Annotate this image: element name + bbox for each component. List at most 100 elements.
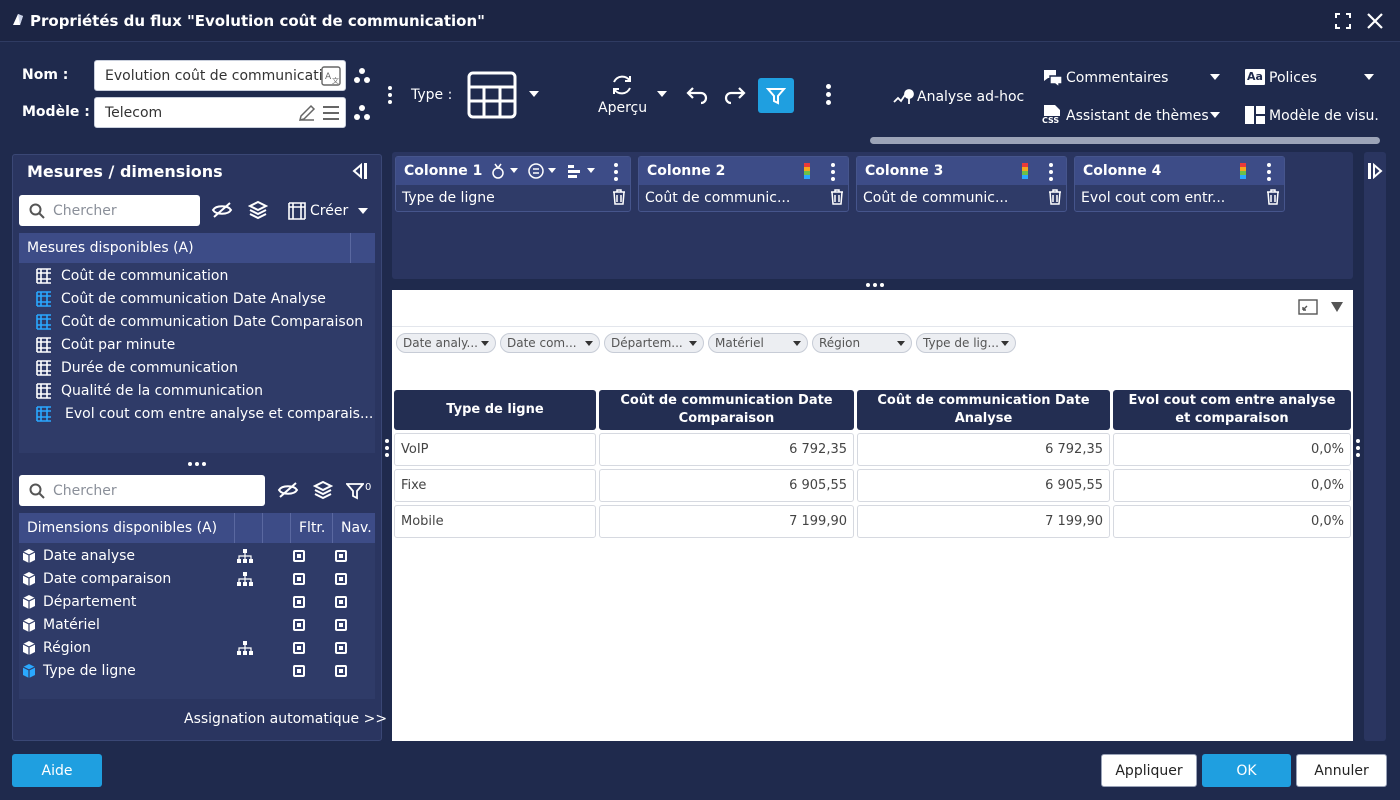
splitter-handle[interactable]	[866, 283, 884, 287]
dropdown-icon[interactable]	[587, 168, 595, 173]
filter-icon[interactable]	[346, 482, 364, 500]
hierarchy-icon[interactable]	[237, 641, 253, 659]
column-more-icon[interactable]	[614, 163, 618, 181]
nav-checkbox[interactable]	[335, 619, 347, 631]
list-item[interactable]: Evol cout com entre analyse et comparais…	[35, 403, 373, 425]
filter-checkbox[interactable]	[293, 596, 305, 608]
filter-chip[interactable]: Départem...	[604, 333, 704, 353]
apercu-button[interactable]	[608, 72, 636, 98]
table-cell[interactable]: 7 199,90	[599, 505, 854, 538]
table-cell[interactable]: 0,0%	[1113, 505, 1351, 538]
expand-panel-icon[interactable]	[1367, 163, 1383, 179]
toolbar-scrollbar[interactable]	[870, 137, 1380, 144]
trash-icon[interactable]	[612, 189, 626, 205]
dropdown-icon[interactable]	[510, 168, 518, 173]
list-item[interactable]: Qualité de la communication	[35, 380, 263, 402]
column-card-3[interactable]: Colonne 3 Coût de communic...	[856, 156, 1067, 212]
table-header[interactable]: Coût de communication Date Analyse	[857, 390, 1110, 430]
close-button[interactable]	[1364, 10, 1386, 32]
hierarchy-icon[interactable]	[237, 549, 253, 567]
toolbar-more-icon[interactable]	[825, 84, 831, 105]
left-resize-handle[interactable]	[385, 439, 389, 457]
table-cell[interactable]: VoIP	[394, 433, 596, 466]
trash-icon[interactable]	[830, 189, 844, 205]
undo-icon[interactable]	[685, 85, 709, 105]
redo-icon[interactable]	[723, 85, 747, 105]
filter-checkbox[interactable]	[293, 550, 305, 562]
nav-checkbox[interactable]	[335, 665, 347, 677]
filter-toggle-button[interactable]	[758, 78, 794, 113]
list-item[interactable]: Durée de communication	[35, 357, 238, 379]
layers-icon[interactable]	[313, 480, 333, 500]
assistant-dropdown-icon[interactable]	[1210, 112, 1220, 118]
trash-icon[interactable]	[1266, 189, 1280, 205]
filter-checkbox[interactable]	[293, 665, 305, 677]
apercu-dropdown-icon[interactable]	[657, 91, 667, 97]
medal-icon[interactable]	[490, 163, 506, 179]
list-item[interactable]: Coût par minute	[35, 334, 175, 356]
ok-button[interactable]: OK	[1202, 754, 1291, 787]
list-item[interactable]: Matériel	[22, 614, 100, 636]
list-item[interactable]: Date comparaison	[22, 568, 171, 590]
filter-chip[interactable]: Type de lig...	[916, 333, 1016, 353]
nav-checkbox[interactable]	[335, 596, 347, 608]
table-header[interactable]: Coût de communication Date Comparaison	[599, 390, 854, 430]
commentaires-dropdown-icon[interactable]	[1210, 74, 1220, 80]
filter-chip[interactable]: Matériel	[708, 333, 808, 353]
equals-icon[interactable]	[528, 163, 544, 179]
annuler-button[interactable]: Annuler	[1296, 754, 1387, 787]
list-item[interactable]: Coût de communication Date Analyse	[35, 288, 326, 310]
creer-button[interactable]: Créer	[310, 203, 348, 219]
commentaires-button[interactable]: Commentaires	[1066, 70, 1168, 86]
table-cell[interactable]: Fixe	[394, 469, 596, 502]
table-cell[interactable]: 7 199,90	[857, 505, 1110, 538]
column-card-4[interactable]: Colonne 4 Evol cout com entr...	[1074, 156, 1285, 212]
table-cell[interactable]: 0,0%	[1113, 469, 1351, 502]
list-item[interactable]: Département	[22, 591, 136, 613]
list-item[interactable]: Type de ligne	[22, 660, 136, 682]
filter-chip[interactable]: Date com...	[500, 333, 600, 353]
aide-button[interactable]: Aide	[12, 754, 102, 787]
modele-input[interactable]: Telecom	[94, 97, 346, 128]
resize-icon[interactable]	[1298, 299, 1318, 315]
splitter-handle[interactable]	[188, 462, 206, 466]
modele-link-icon[interactable]	[353, 104, 371, 122]
preview-options-icon[interactable]	[1331, 302, 1343, 312]
filter-checkbox[interactable]	[293, 642, 305, 654]
right-resize-handle[interactable]	[1356, 439, 1360, 457]
table-cell[interactable]: Mobile	[394, 505, 596, 538]
column-card-2[interactable]: Colonne 2 Coût de communic...	[638, 156, 849, 212]
type-selector[interactable]	[466, 70, 518, 120]
nom-input[interactable]: Evolution coût de communicati A文	[94, 60, 346, 91]
nom-link-icon[interactable]	[353, 67, 371, 85]
filter-chip[interactable]: Région	[812, 333, 912, 353]
maximize-button[interactable]	[1332, 10, 1354, 32]
dimensions-search-input[interactable]: Chercher	[19, 475, 265, 506]
edit-icon[interactable]	[297, 103, 317, 123]
column-more-icon[interactable]	[831, 163, 835, 181]
nav-checkbox[interactable]	[335, 642, 347, 654]
measures-search-input[interactable]: Chercher	[19, 195, 200, 226]
list-icon[interactable]	[321, 103, 341, 123]
column-more-icon[interactable]	[1267, 163, 1271, 181]
dropdown-icon[interactable]	[548, 168, 556, 173]
hide-icon[interactable]	[277, 481, 299, 499]
table-header[interactable]: Type de ligne	[394, 390, 596, 430]
filter-checkbox[interactable]	[293, 619, 305, 631]
auto-assign-link[interactable]: Assignation automatique >>	[184, 711, 387, 727]
layers-icon[interactable]	[248, 200, 268, 220]
nav-checkbox[interactable]	[335, 573, 347, 585]
column-card-1[interactable]: Colonne 1 Type de ligne	[395, 156, 631, 212]
filter-chip[interactable]: Date analy...	[396, 333, 496, 353]
type-dropdown-icon[interactable]	[529, 91, 539, 97]
list-item[interactable]: Région	[22, 637, 91, 659]
table-cell[interactable]: 6 792,35	[599, 433, 854, 466]
assistant-themes-button[interactable]: Assistant de thèmes	[1066, 108, 1209, 124]
table-cell[interactable]: 6 792,35	[857, 433, 1110, 466]
align-icon[interactable]	[567, 163, 583, 179]
collapse-panel-icon[interactable]	[352, 163, 368, 179]
hierarchy-icon[interactable]	[237, 572, 253, 590]
trash-icon[interactable]	[1048, 189, 1062, 205]
nav-checkbox[interactable]	[335, 550, 347, 562]
table-cell[interactable]: 6 905,55	[857, 469, 1110, 502]
